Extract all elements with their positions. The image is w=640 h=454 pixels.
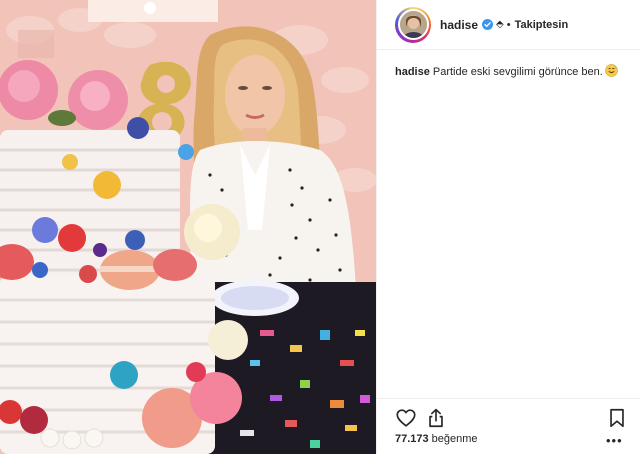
post-header: hadise ⬘ • Takiptesin [377, 0, 640, 50]
avatar[interactable] [395, 6, 431, 43]
post-caption: hadise Partide eski sevgilimi görünce ben… [395, 64, 625, 80]
header-dropdown-icon[interactable]: ⬘ [496, 19, 504, 30]
avatar-image [397, 9, 429, 40]
share-icon[interactable] [425, 407, 447, 429]
party-cake-photo [0, 0, 376, 454]
follow-button[interactable]: Takiptesin [515, 19, 569, 31]
more-options-icon[interactable]: ••• [606, 434, 623, 447]
post-photo[interactable] [0, 0, 376, 454]
caption-text: Partide eski sevgilimi görünce ben. [432, 66, 603, 78]
likes-number: 77.173 [395, 433, 429, 445]
post-actions [377, 398, 640, 436]
instagram-post: hadise ⬘ • Takiptesin hadise Partide eski… [0, 0, 640, 454]
caption-username[interactable]: hadise [395, 66, 430, 78]
likes-label: beğenme [431, 433, 478, 445]
bookmark-icon[interactable] [606, 407, 628, 429]
verified-badge-icon [482, 19, 494, 30]
username[interactable]: hadise [440, 18, 478, 32]
post-sidebar: hadise ⬘ • Takiptesin hadise Partide eski… [376, 0, 640, 454]
heart-icon[interactable] [395, 407, 417, 429]
grinning-sweat-emoji-icon [605, 64, 618, 77]
likes-count[interactable]: 77.173 beğenme [395, 433, 478, 445]
separator-dot: • [506, 18, 511, 31]
